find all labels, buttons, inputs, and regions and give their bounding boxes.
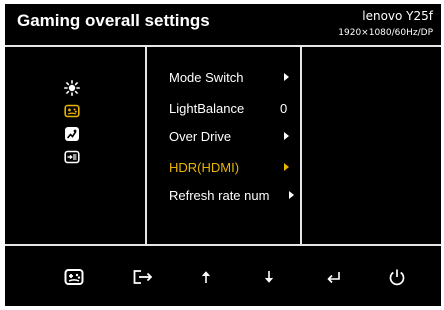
osd-menu: Gaming overall settings lenovo Y25f 1920… <box>5 4 441 306</box>
menu-item-label: LightBalance <box>169 101 245 116</box>
input-source-icon[interactable] <box>64 149 80 165</box>
category-sidebar <box>5 47 145 244</box>
up-arrow-icon[interactable] <box>195 266 217 288</box>
menu-item-label: Refresh rate num <box>169 188 270 203</box>
page-title: Gaming overall settings <box>17 11 210 30</box>
gamepad-icon[interactable] <box>63 266 85 288</box>
resolution-info: 1920×1080/60Hz/DP <box>338 28 433 38</box>
monitor-model: lenovo Y25f <box>362 9 433 23</box>
menu-item-value: 0 <box>280 101 288 116</box>
menu-item-label: Mode Switch <box>169 70 244 85</box>
chevron-right-icon <box>284 163 289 171</box>
gamepad-icon[interactable] <box>64 103 80 119</box>
chevron-right-icon <box>284 132 289 140</box>
power-icon[interactable] <box>386 266 408 288</box>
settings-menu: Mode Switch LightBalance 0 Over Drive HD… <box>145 47 302 244</box>
brightness-icon[interactable] <box>64 80 80 96</box>
image-settings-icon[interactable] <box>64 126 80 142</box>
submenu-panel <box>302 47 441 244</box>
osd-body: Mode Switch LightBalance 0 Over Drive HD… <box>5 47 441 244</box>
down-arrow-icon[interactable] <box>258 266 280 288</box>
menu-item-label: HDR(HDMI) <box>169 160 240 175</box>
osd-footer <box>5 244 441 306</box>
chevron-right-icon <box>289 191 294 199</box>
menu-item-label: Over Drive <box>169 129 232 144</box>
chevron-right-icon <box>284 73 289 81</box>
exit-icon[interactable] <box>132 266 154 288</box>
enter-icon[interactable] <box>323 266 345 288</box>
osd-header: Gaming overall settings lenovo Y25f 1920… <box>5 4 441 47</box>
